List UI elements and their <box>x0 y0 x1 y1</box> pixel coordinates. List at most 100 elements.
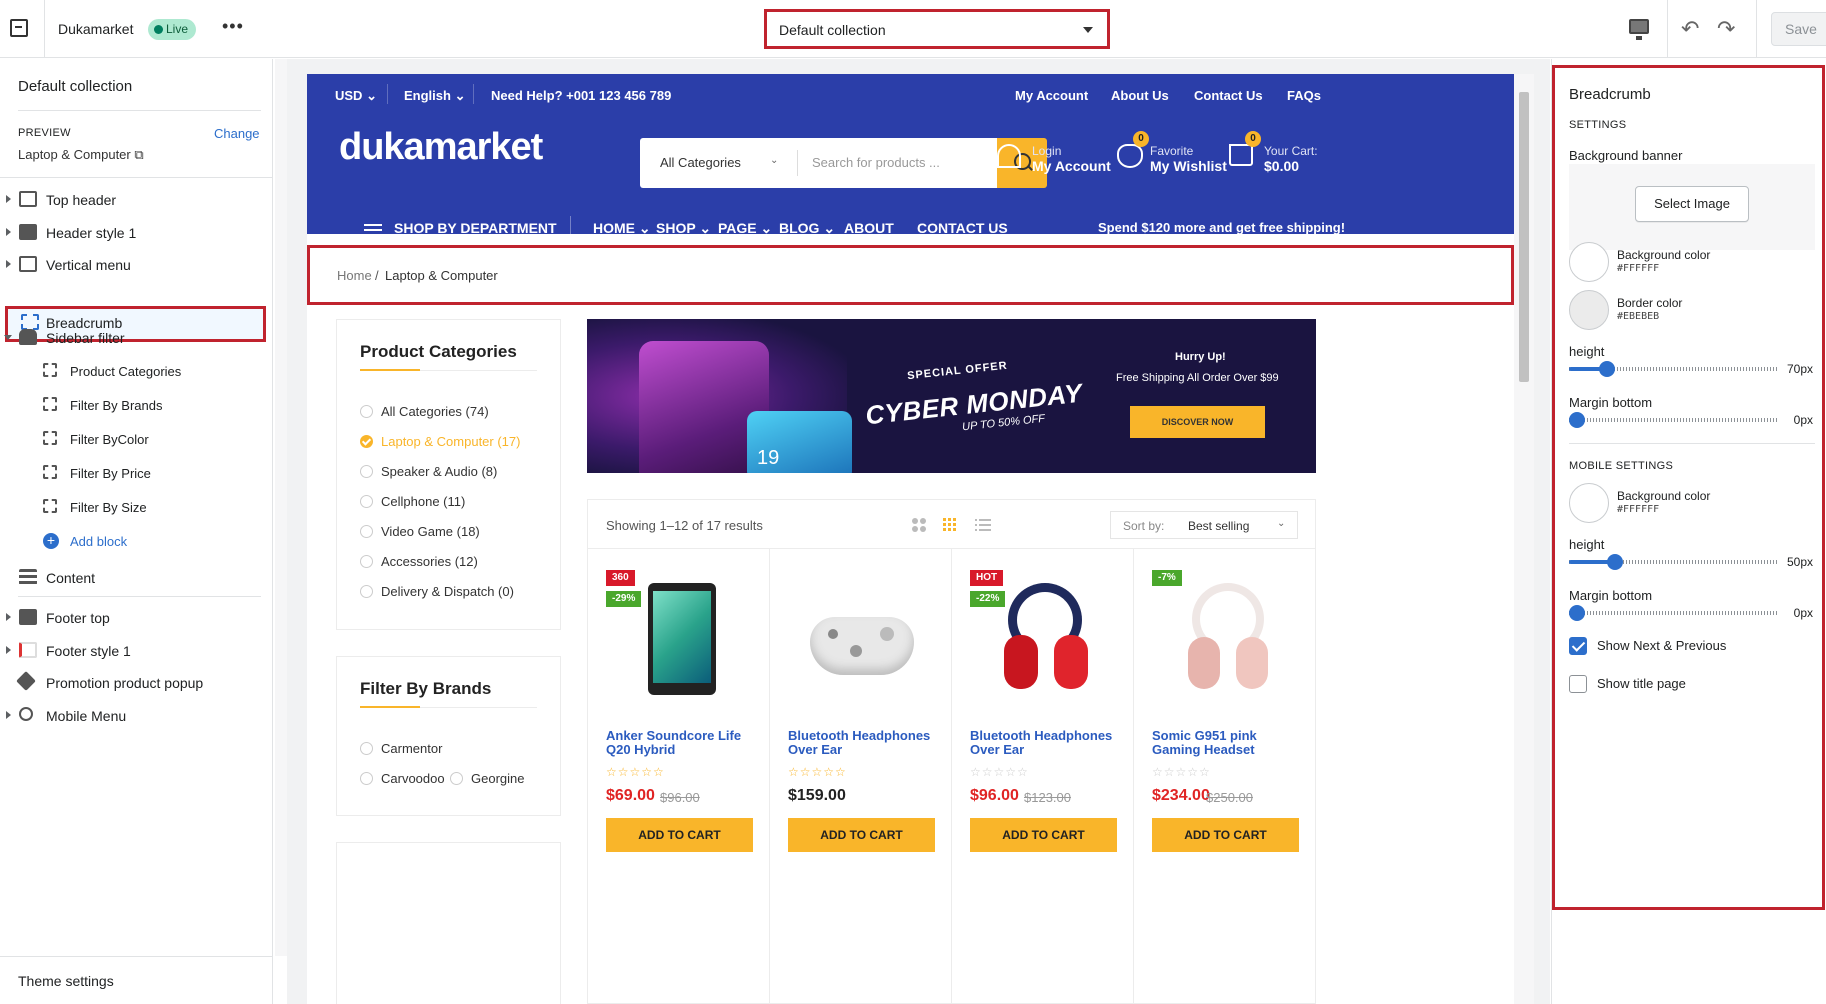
add-to-cart-button[interactable]: ADD TO CART <box>970 818 1117 852</box>
desktop-preview-icon[interactable] <box>1629 19 1649 40</box>
product-name[interactable]: Bluetooth Headphones Over Ear <box>788 729 938 757</box>
cart-icon[interactable] <box>1229 144 1253 166</box>
product-name[interactable]: Bluetooth Headphones Over Ear <box>970 729 1120 757</box>
product-card[interactable]: HOT -22% Bluetooth Headphones Over Ear ☆… <box>952 549 1134 1004</box>
util-link-contact[interactable]: Contact Us <box>1194 88 1263 103</box>
product-card[interactable]: Bluetooth Headphones Over Ear ☆☆☆☆☆ $159… <box>770 549 952 1004</box>
radio[interactable] <box>360 742 373 755</box>
section-sidebar-filter[interactable]: Sidebar filter <box>0 321 262 355</box>
preview-value[interactable]: Laptop & Computer ⧉ <box>18 147 144 163</box>
mobile-height-slider[interactable] <box>1569 554 1779 570</box>
controller-image[interactable] <box>800 579 922 701</box>
show-title-page-label[interactable]: Show title page <box>1597 676 1686 691</box>
section-footer-style[interactable]: Footer style 1 <box>0 634 262 668</box>
wishlist-label[interactable]: My Wishlist <box>1150 158 1227 174</box>
background-color-swatch[interactable] <box>1569 242 1609 282</box>
section-label: Top header <box>46 192 117 208</box>
slider-handle[interactable] <box>1569 412 1585 428</box>
block-filter-price[interactable]: Filter By Price <box>0 457 262 491</box>
block-filter-brands[interactable]: Filter By Brands <box>0 389 262 423</box>
heart-icon[interactable] <box>1117 144 1143 168</box>
grid-3-view-icon[interactable] <box>943 518 957 532</box>
show-next-previous-label[interactable]: Show Next & Previous <box>1597 638 1726 653</box>
radio[interactable] <box>450 772 463 785</box>
grid-2-view-icon[interactable] <box>912 518 926 532</box>
site-logo[interactable]: dukamarket <box>339 126 543 169</box>
radio[interactable] <box>360 585 373 598</box>
block-filter-size[interactable]: Filter By Size <box>0 491 262 525</box>
user-icon[interactable] <box>997 144 1021 168</box>
theme-settings-button[interactable]: Theme settings <box>0 956 273 1004</box>
add-to-cart-button[interactable]: ADD TO CART <box>606 818 753 852</box>
radio-checked[interactable] <box>360 435 373 448</box>
slider-handle[interactable] <box>1569 605 1585 621</box>
list-view-icon[interactable] <box>975 518 991 532</box>
sort-select[interactable]: Sort by: Best selling ⌄ <box>1110 511 1298 539</box>
radio[interactable] <box>360 772 373 785</box>
section-vertical-menu[interactable]: Vertical menu <box>0 248 262 282</box>
promo-banner[interactable]: 19 SPECIAL OFFER CYBER MONDAY UP TO 50% … <box>587 319 1316 473</box>
mobile-margin-bottom-slider[interactable] <box>1569 605 1779 621</box>
shop-by-department[interactable]: SHOP BY DEPARTMENT <box>394 220 557 236</box>
util-link-faqs[interactable]: FAQs <box>1287 88 1321 103</box>
save-button[interactable]: Save <box>1771 12 1826 46</box>
nav-blog[interactable]: BLOG ⌄ <box>779 220 835 237</box>
radio[interactable] <box>360 405 373 418</box>
discover-now-button[interactable]: DISCOVER NOW <box>1130 406 1265 438</box>
exit-icon[interactable] <box>10 19 28 37</box>
nav-page[interactable]: PAGE ⌄ <box>718 220 772 237</box>
block-filter-color[interactable]: Filter ByColor <box>0 423 262 457</box>
section-mobile-menu[interactable]: Mobile Menu <box>0 699 262 733</box>
section-top-header[interactable]: Top header <box>0 183 262 217</box>
util-link-about[interactable]: About Us <box>1111 88 1169 103</box>
redo-icon[interactable]: ↷ <box>1717 16 1735 42</box>
account-label[interactable]: My Account <box>1032 158 1111 174</box>
show-title-page-checkbox[interactable] <box>1569 675 1587 693</box>
radio[interactable] <box>360 525 373 538</box>
scrollbar[interactable] <box>275 59 287 956</box>
add-to-cart-button[interactable]: ADD TO CART <box>788 818 935 852</box>
product-card[interactable]: -7% Somic G951 pink Gaming Headset ☆☆☆☆☆… <box>1134 549 1316 1004</box>
section-promotion-popup[interactable]: Promotion product popup <box>0 666 262 700</box>
language-switcher[interactable]: English ⌄ <box>404 88 465 104</box>
select-image-button[interactable]: Select Image <box>1635 186 1749 222</box>
image-picker: Select Image <box>1569 164 1815 250</box>
product-name[interactable]: Somic G951 pink Gaming Headset <box>1152 729 1302 757</box>
add-to-cart-button[interactable]: ADD TO CART <box>1152 818 1299 852</box>
slider-handle[interactable] <box>1599 361 1615 377</box>
show-next-previous-checkbox[interactable] <box>1569 637 1587 655</box>
hamburger-icon[interactable] <box>364 224 382 226</box>
nav-shop[interactable]: SHOP ⌄ <box>656 220 711 237</box>
section-footer-top[interactable]: Footer top <box>0 601 262 635</box>
margin-bottom-slider[interactable] <box>1569 412 1779 428</box>
product-name[interactable]: Anker Soundcore Life Q20 Hybrid <box>606 729 756 757</box>
nav-about[interactable]: ABOUT <box>844 220 894 236</box>
radio[interactable] <box>360 465 373 478</box>
section-content[interactable]: Content <box>0 561 262 595</box>
radio[interactable] <box>360 495 373 508</box>
mobile-background-color-swatch[interactable] <box>1569 483 1609 523</box>
nav-home[interactable]: HOME ⌄ <box>593 220 651 237</box>
util-link-my-account[interactable]: My Account <box>1015 88 1088 103</box>
more-actions-button[interactable]: ••• <box>222 16 244 37</box>
add-block-button[interactable]: + Add block <box>0 525 262 559</box>
slider-handle[interactable] <box>1607 554 1623 570</box>
product-card[interactable]: 360 -29% Anker Soundcore Life Q20 Hybrid… <box>588 549 770 1004</box>
currency-switcher[interactable]: USD ⌄ <box>335 88 377 104</box>
section-header-style[interactable]: Header style 1 <box>0 216 262 250</box>
breadcrumb-home-link[interactable]: Home <box>337 268 372 283</box>
search-input[interactable]: Search for products ... <box>812 155 940 170</box>
cart-total[interactable]: $0.00 <box>1264 158 1299 174</box>
height-slider[interactable] <box>1569 361 1779 377</box>
template-select[interactable]: Default collection <box>764 9 1110 49</box>
block-product-categories[interactable]: Product Categories <box>0 355 262 389</box>
undo-icon[interactable]: ↶ <box>1681 16 1699 42</box>
preview-scrollbar[interactable] <box>1514 74 1534 1004</box>
border-color-swatch[interactable] <box>1569 290 1609 330</box>
change-preview-link[interactable]: Change <box>214 126 260 141</box>
scrollbar-thumb[interactable] <box>1519 92 1529 382</box>
pink-headphones-image[interactable] <box>1164 579 1286 701</box>
nav-contact[interactable]: CONTACT US <box>917 220 1008 236</box>
radio[interactable] <box>360 555 373 568</box>
search-category-select[interactable]: All Categories <box>660 155 741 170</box>
